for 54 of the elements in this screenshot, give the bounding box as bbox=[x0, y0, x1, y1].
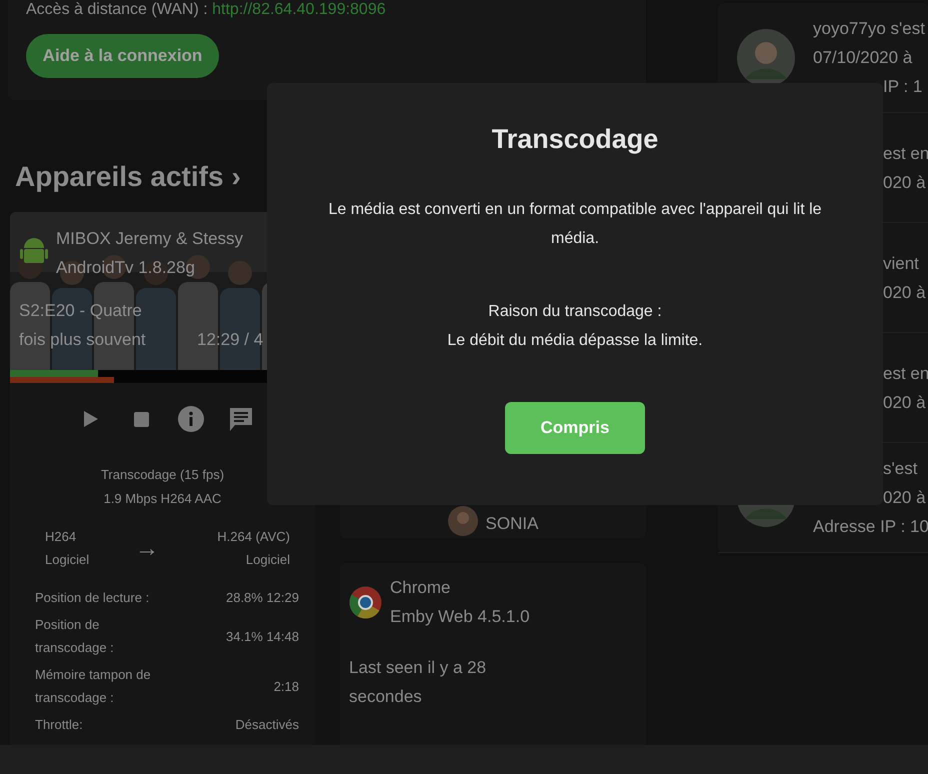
stat-label: Position de transcodage : bbox=[35, 616, 115, 657]
activity-text: 020 à bbox=[882, 392, 927, 414]
android-icon bbox=[20, 236, 48, 266]
client-name: Chrome bbox=[390, 577, 452, 599]
section-title: Appareils actifs bbox=[15, 160, 224, 194]
stat-value: 28.8% 12:29 bbox=[226, 589, 299, 607]
activity-text: 020 à bbox=[882, 282, 926, 304]
dialog-title: Transcodage bbox=[492, 123, 658, 156]
stat-value: 2:18 bbox=[274, 678, 299, 696]
reason-text: Le débit du média dépasse la limite. bbox=[447, 331, 703, 351]
help-button[interactable]: Aide à la connexion bbox=[26, 34, 219, 78]
reason-label: Raison du transcodage : bbox=[488, 302, 662, 322]
activity-text: yoyo77yo s'est bbox=[813, 18, 925, 40]
chrome-icon bbox=[349, 586, 382, 618]
stat-label: Mémoire tampon de transcodage : bbox=[35, 666, 152, 707]
source-codec: H264 bbox=[45, 528, 78, 546]
episode-title: S2:E20 - Quatre fois plus souvent bbox=[19, 300, 147, 351]
stat-label: Throttle: bbox=[35, 716, 84, 734]
target-codec: Logiciel bbox=[246, 551, 290, 569]
stat-value: 34.1% 14:48 bbox=[226, 628, 299, 646]
activity-text: 020 à bbox=[882, 172, 927, 194]
activity-text: vient bbox=[882, 252, 920, 274]
message-button[interactable] bbox=[228, 406, 254, 432]
message-icon bbox=[228, 406, 254, 432]
stream-info: 1.9 Mbps H264 AAC bbox=[104, 490, 222, 508]
stop-icon bbox=[134, 412, 148, 426]
target-codec: H.264 (AVC) bbox=[217, 528, 290, 546]
activity-text: 020 à bbox=[882, 487, 927, 509]
source-codec: Logiciel bbox=[45, 551, 90, 569]
last-seen-text: Last seen il y a 28 secondes bbox=[349, 657, 488, 708]
avatar-icon bbox=[448, 506, 478, 536]
device-name: MIBOX Jeremy & Stessy bbox=[56, 228, 244, 250]
dialog-message: Le média est converti en un format compatible avec l'appareil qui lit le média. bbox=[327, 200, 823, 249]
chevron-icon[interactable]: › bbox=[232, 156, 241, 198]
activity-text: s'est bbox=[882, 458, 918, 480]
info-icon bbox=[178, 406, 204, 432]
activity-text: IP : 1 bbox=[882, 76, 924, 98]
activity-text: Adresse IP : 10 bbox=[813, 516, 928, 538]
device-app: AndroidTv 1.8.28g bbox=[56, 257, 196, 279]
activity-text: 07/10/2020 à bbox=[813, 47, 914, 69]
activity-text: est en bbox=[882, 142, 928, 164]
info-button[interactable] bbox=[178, 406, 204, 432]
confirm-button[interactable]: Compris bbox=[505, 402, 645, 454]
playback-time: 12:29 / 4 bbox=[197, 329, 264, 351]
client-app: Emby Web 4.5.1.0 bbox=[390, 606, 530, 628]
remote-access-label: Accès à distance (WAN) : bbox=[26, 1, 209, 18]
user-name: SONIA bbox=[486, 512, 538, 534]
stat-label: Position de lecture : bbox=[35, 589, 150, 607]
remote-access-link[interactable]: http://82.64.40.199:8096 bbox=[212, 1, 386, 18]
play-icon bbox=[84, 411, 98, 427]
stat-value: Désactivés bbox=[235, 716, 299, 734]
stream-info: Transcodage (15 fps) bbox=[100, 466, 224, 484]
activity-text: est en bbox=[882, 362, 928, 384]
arrow-icon: → bbox=[135, 536, 195, 560]
